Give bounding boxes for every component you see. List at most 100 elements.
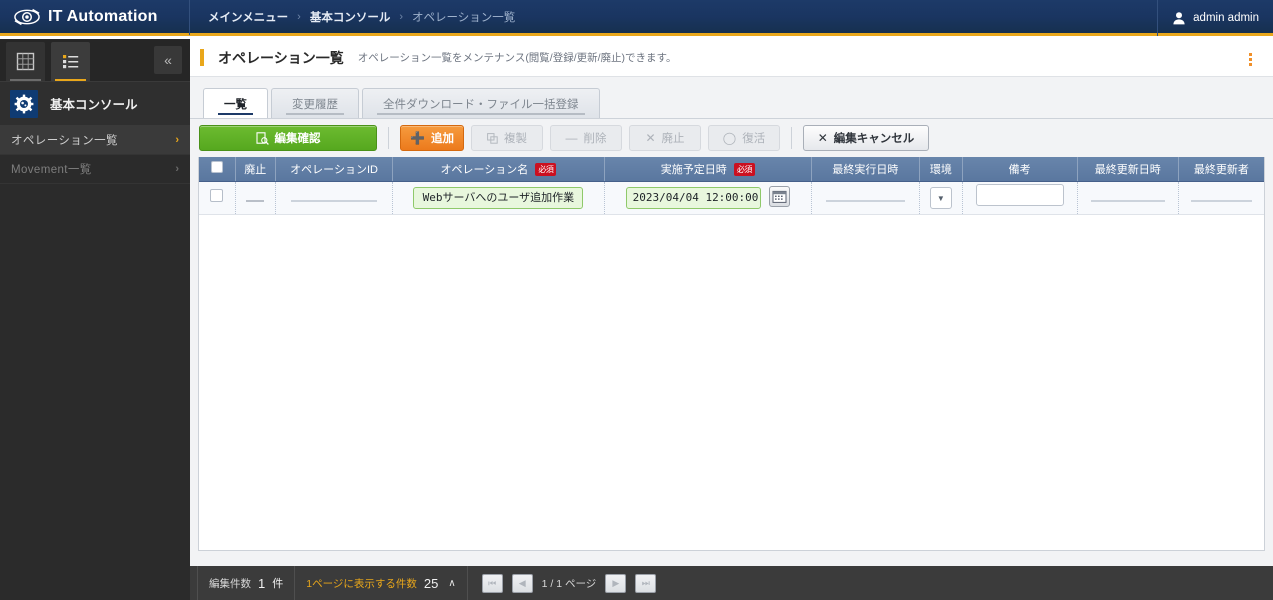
discard-button[interactable]: ✕ 廃止 bbox=[629, 125, 701, 151]
breadcrumb-item-operation-list: オペレーション一覧 bbox=[412, 9, 515, 25]
breadcrumb-item-basic-console[interactable]: 基本コンソール bbox=[310, 9, 391, 25]
minus-icon: — bbox=[566, 132, 578, 144]
last-page-button[interactable]: ⏭ bbox=[635, 574, 656, 593]
select-all-checkbox[interactable] bbox=[211, 161, 223, 173]
edit-cancel-button[interactable]: ✕ 編集キャンセル bbox=[803, 125, 929, 151]
brand[interactable]: IT Automation bbox=[0, 0, 190, 35]
next-page-button[interactable]: ▶ bbox=[605, 574, 626, 593]
page-title: オペレーション一覧 bbox=[218, 48, 344, 68]
pager-group: ⏮ ◀ 1 / 1 ページ ▶ ⏭ bbox=[468, 574, 671, 593]
column-header-operation-name[interactable]: オペレーション名 必須 bbox=[393, 157, 605, 181]
sidebar-item-movement-list[interactable]: Movement一覧 › bbox=[0, 155, 190, 184]
tab-strip: 一覧 変更履歴 全件ダウンロード・ファイル一括登録 bbox=[190, 77, 1273, 119]
breadcrumb-separator-icon: › bbox=[399, 11, 403, 23]
sidebar-item-operation-list[interactable]: オペレーション一覧 › bbox=[0, 126, 190, 155]
empty-value-dash bbox=[1191, 200, 1253, 202]
plus-icon: ➕ bbox=[410, 132, 425, 144]
column-header-last-update-datetime[interactable]: 最終更新日時 bbox=[1077, 157, 1178, 181]
cell-environment[interactable]: ▼ bbox=[919, 181, 962, 214]
empty-value-dash bbox=[291, 200, 377, 202]
sidebar-tabs: « bbox=[0, 39, 190, 82]
add-button[interactable]: ➕ 追加 bbox=[400, 125, 464, 151]
table-row: Webサーバへのユーザ追加作業 2023/04/04 12:00:00 bbox=[199, 181, 1264, 214]
cell-scheduled-datetime[interactable]: 2023/04/04 12:00:00 bbox=[604, 181, 811, 214]
column-label: オペレーション名 bbox=[441, 164, 529, 176]
column-header-scheduled-datetime[interactable]: 実施予定日時 必須 bbox=[604, 157, 811, 181]
column-label: 環境 bbox=[930, 164, 952, 176]
column-header-environment[interactable]: 環境 bbox=[919, 157, 962, 181]
sidebar-collapse-button[interactable]: « bbox=[154, 46, 182, 74]
tab-underline bbox=[218, 113, 253, 115]
restore-button[interactable]: ◯ 復活 bbox=[708, 125, 780, 151]
column-label: 備考 bbox=[1009, 164, 1031, 176]
cell-operation-name[interactable]: Webサーバへのユーザ追加作業 bbox=[393, 181, 605, 214]
tab-underline bbox=[377, 113, 585, 115]
kebab-menu-icon[interactable] bbox=[1239, 48, 1261, 70]
tab-label: 全件ダウンロード・ファイル一括登録 bbox=[383, 96, 579, 112]
per-page-value[interactable]: 25 bbox=[424, 576, 438, 591]
tab-label: 変更履歴 bbox=[292, 96, 338, 112]
cell-last-update-datetime bbox=[1077, 181, 1178, 214]
edit-cancel-label: 編集キャンセル bbox=[834, 130, 915, 146]
prev-page-button[interactable]: ◀ bbox=[512, 574, 533, 593]
tab-label: 一覧 bbox=[224, 96, 247, 112]
add-label: 追加 bbox=[431, 130, 454, 146]
tab-list[interactable]: 一覧 bbox=[203, 88, 268, 118]
tab-underline bbox=[10, 79, 41, 81]
chevron-right-icon: › bbox=[175, 163, 179, 175]
operation-table-container: 廃止 オペレーションID オペレーション名 必須 実施予定日時 必須 最終実行日 bbox=[198, 157, 1265, 551]
column-label: 実施予定日時 bbox=[661, 164, 727, 176]
column-header-last-updater[interactable]: 最終更新者 bbox=[1178, 157, 1264, 181]
environment-select[interactable]: ▼ bbox=[930, 187, 952, 209]
tab-change-history[interactable]: 変更履歴 bbox=[271, 88, 359, 118]
tab-bulk-download-upload[interactable]: 全件ダウンロード・ファイル一括登録 bbox=[362, 88, 600, 118]
duplicate-button[interactable]: 複製 bbox=[471, 125, 543, 151]
cross-icon: ✕ bbox=[818, 132, 828, 144]
sidebar-tab-grid-view[interactable] bbox=[6, 42, 45, 81]
restore-label: 復活 bbox=[742, 130, 765, 146]
brand-title: IT Automation bbox=[48, 8, 158, 26]
operation-name-input[interactable]: Webサーバへのユーザ追加作業 bbox=[413, 187, 583, 209]
breadcrumb-item-main-menu[interactable]: メインメニュー bbox=[208, 9, 288, 25]
required-badge: 必須 bbox=[734, 163, 755, 176]
column-label: オペレーションID bbox=[290, 164, 378, 176]
first-page-button[interactable]: ⏮ bbox=[482, 574, 503, 593]
cell-last-updater bbox=[1178, 181, 1264, 214]
calendar-glyph bbox=[772, 189, 787, 204]
row-checkbox[interactable] bbox=[210, 189, 223, 202]
empty-value-dash bbox=[246, 200, 264, 202]
cross-icon: ✕ bbox=[645, 132, 655, 144]
kebab-dot bbox=[1249, 58, 1252, 61]
column-header-note[interactable]: 備考 bbox=[962, 157, 1077, 181]
cell-note[interactable] bbox=[962, 181, 1077, 214]
kebab-dot bbox=[1249, 53, 1252, 56]
column-header-select-all[interactable] bbox=[199, 157, 235, 181]
note-input[interactable] bbox=[976, 184, 1064, 206]
circle-icon: ◯ bbox=[723, 132, 736, 144]
column-header-discard[interactable]: 廃止 bbox=[235, 157, 276, 181]
per-page-label: 1ページに表示する件数 bbox=[306, 576, 417, 591]
cell-operation-id bbox=[276, 181, 393, 214]
chevron-up-icon[interactable]: ∧ bbox=[448, 578, 455, 589]
per-page-group[interactable]: 1ページに表示する件数 25 ∧ bbox=[294, 566, 467, 600]
kebab-dot bbox=[1249, 63, 1252, 66]
sidebar: « 基本コンソール bbox=[0, 39, 190, 600]
calendar-icon[interactable] bbox=[769, 186, 790, 207]
sidebar-tab-list-view[interactable] bbox=[51, 42, 90, 81]
toolbar-divider bbox=[791, 127, 792, 149]
tab-underline bbox=[286, 113, 344, 115]
top-bar: IT Automation メインメニュー › 基本コンソール › オペレーショ… bbox=[0, 0, 1273, 36]
column-header-last-run-datetime[interactable]: 最終実行日時 bbox=[811, 157, 919, 181]
user-menu[interactable]: admin admin bbox=[1157, 0, 1273, 36]
column-header-operation-id[interactable]: オペレーションID bbox=[276, 157, 393, 181]
delete-button[interactable]: — 削除 bbox=[550, 125, 622, 151]
chevron-double-left-icon: « bbox=[164, 52, 172, 68]
footer-pagination-bar: 編集件数 1 件 1ページに表示する件数 25 ∧ ⏮ ◀ 1 / 1 ページ … bbox=[190, 566, 1273, 600]
gear-icon bbox=[14, 94, 34, 114]
page-indicator: 1 / 1 ページ bbox=[542, 576, 597, 591]
breadcrumb: メインメニュー › 基本コンソール › オペレーション一覧 bbox=[190, 0, 515, 35]
edit-confirm-button[interactable]: 編集確認 bbox=[199, 125, 377, 151]
scheduled-datetime-input[interactable]: 2023/04/04 12:00:00 bbox=[626, 187, 761, 209]
cell-row-select[interactable] bbox=[199, 181, 235, 214]
column-label: 廃止 bbox=[244, 164, 266, 176]
